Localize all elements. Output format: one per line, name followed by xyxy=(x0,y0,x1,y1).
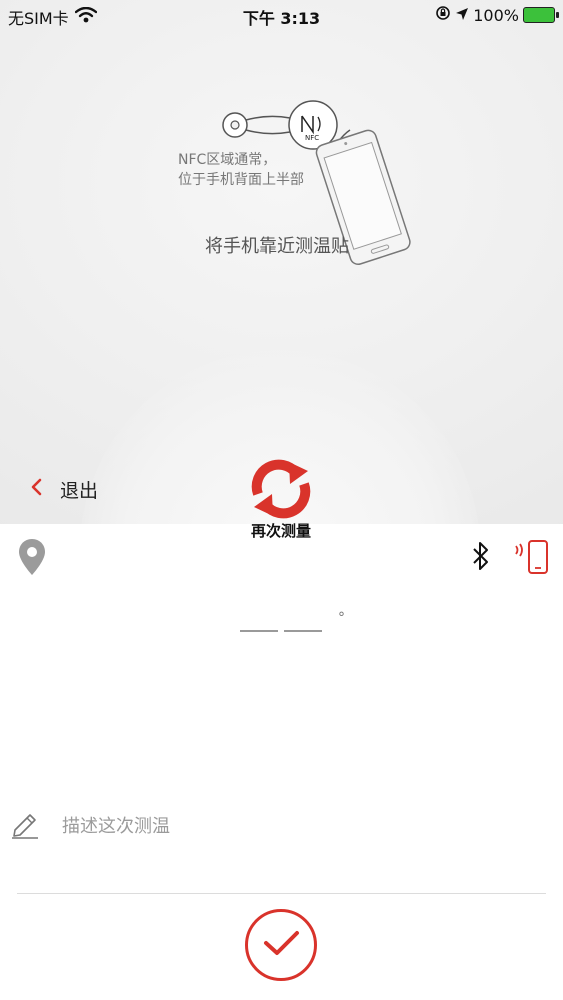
phone-nfc-icon[interactable] xyxy=(512,538,550,580)
nfc-tag-label: NFC xyxy=(305,134,319,142)
nfc-hint-line2: 位于手机背面上半部 xyxy=(178,172,304,188)
temp-placeholder-dash xyxy=(284,630,322,632)
status-bar: 无SIM卡 下午 3:13 100% xyxy=(0,0,563,30)
battery-icon xyxy=(523,7,559,23)
chevron-left-icon xyxy=(30,478,42,501)
exit-label: 退出 xyxy=(60,480,99,502)
location-arrow-icon xyxy=(455,6,469,25)
description-row xyxy=(10,806,550,846)
pencil-icon xyxy=(10,809,40,843)
checkmark-icon xyxy=(261,928,301,962)
nfc-hint: NFC区域通常， 位于手机背面上半部 xyxy=(178,150,358,190)
rotation-lock-icon xyxy=(435,5,451,25)
nfc-hint-line1: NFC区域通常， xyxy=(178,152,277,168)
temperature-reading: ° xyxy=(240,610,345,634)
bluetooth-icon[interactable] xyxy=(470,540,492,576)
temp-placeholder-dash xyxy=(240,630,278,632)
temp-unit: ° xyxy=(338,610,345,626)
description-input[interactable] xyxy=(60,814,464,838)
exit-button[interactable]: 退出 xyxy=(30,476,98,503)
nfc-prompt: 将手机靠近测温贴 xyxy=(205,236,349,257)
battery-percent: 100% xyxy=(473,5,519,25)
location-pin-icon[interactable] xyxy=(18,538,46,580)
divider xyxy=(17,893,546,894)
confirm-button[interactable] xyxy=(245,909,317,981)
remeasure-button[interactable]: 再次测量 xyxy=(231,458,331,541)
nfc-guide-area: 无SIM卡 下午 3:13 100% NFC NFC区域通常， 位于手机背面上半… xyxy=(0,0,563,524)
